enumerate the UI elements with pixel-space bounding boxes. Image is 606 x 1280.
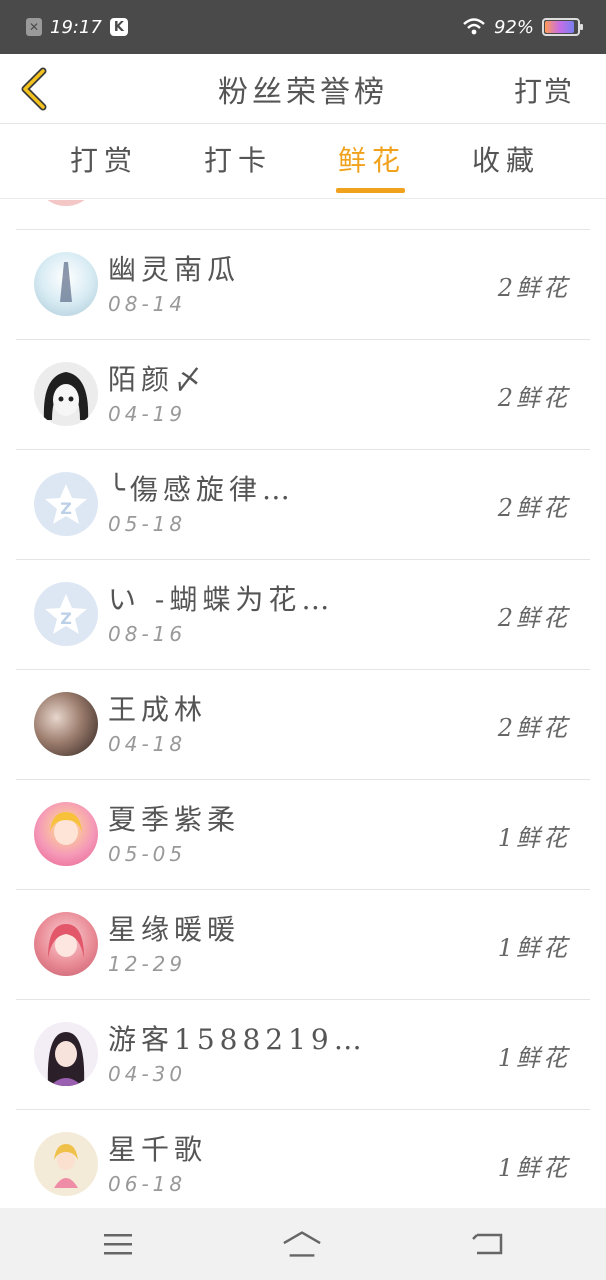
- list-item[interactable]: 王成林 04-18 2鲜花: [16, 670, 590, 780]
- flower-count: 2鲜花: [497, 604, 570, 632]
- list-item[interactable]: 陌颜〆 04-19 2鲜花: [16, 340, 590, 450]
- anime-girl-icon: [48, 924, 84, 958]
- date: 12-29: [108, 952, 187, 976]
- home-button[interactable]: [282, 1226, 322, 1262]
- tab-checkin[interactable]: 打卡: [204, 139, 272, 179]
- list-item[interactable]: 夏季紫柔 05-05 1鲜花: [16, 780, 590, 890]
- qq-default-icon: Z: [45, 484, 87, 524]
- battery-fill: [545, 21, 575, 33]
- qq-default-icon: Z: [45, 594, 87, 634]
- menu-icon: [104, 1234, 132, 1255]
- app-k-icon: K: [109, 18, 128, 36]
- date: 06-18: [108, 1172, 187, 1196]
- list-item[interactable]: 幽灵南瓜 08-14 2鲜花: [16, 230, 590, 340]
- avatar: [34, 200, 98, 206]
- home-icon: [283, 1231, 321, 1257]
- date: 04-18: [108, 732, 187, 756]
- user-name: 夏季紫柔: [108, 803, 241, 836]
- date: 04-30: [108, 1062, 187, 1086]
- avatar: [34, 912, 98, 976]
- list-item[interactable]: 星缘暖暖 12-29 1鲜花: [16, 890, 590, 1000]
- svg-text:Z: Z: [60, 499, 72, 518]
- flower-count: 1鲜花: [497, 1154, 570, 1182]
- list-item[interactable]: 星千歌 06-18 1鲜花: [16, 1110, 590, 1208]
- flower-count: 1鲜花: [497, 824, 570, 852]
- avatar: [34, 802, 98, 866]
- return-icon: [472, 1233, 503, 1255]
- list-item[interactable]: Z ╰傷感旋律… 05-18 2鲜花: [16, 450, 590, 560]
- user-name: 星千歌: [108, 1133, 208, 1166]
- flower-count: 2鲜花: [497, 274, 570, 302]
- status-time: 19:17: [50, 16, 102, 38]
- status-bar: ✕ 19:17 K 92%: [0, 0, 606, 54]
- user-name: 幽灵南瓜: [108, 253, 241, 286]
- figure-icon: [54, 1144, 78, 1188]
- avatar: Z: [34, 472, 98, 536]
- avatar: [34, 1132, 98, 1196]
- svg-text:Z: Z: [60, 609, 72, 628]
- portrait-icon: [47, 1032, 85, 1086]
- user-name: ╰傷感旋律…: [108, 473, 295, 506]
- anime-girl-icon: [50, 812, 82, 845]
- flower-count: 1鲜花: [497, 1044, 570, 1072]
- system-nav-bar: [0, 1208, 606, 1280]
- nav-bar: 粉丝荣誉榜 打赏: [0, 54, 606, 124]
- tab-bar: 打赏 打卡 鲜花 收藏: [0, 125, 606, 199]
- flower-count: 2鲜花: [497, 494, 570, 522]
- date: 04-19: [108, 402, 187, 426]
- battery-icon: [542, 18, 583, 36]
- flower-count: 1鲜花: [497, 934, 570, 962]
- user-name: い -蝴蝶为花…: [108, 583, 335, 616]
- manga-face-icon: [43, 372, 89, 420]
- tab-flowers[interactable]: 鲜花: [338, 139, 406, 179]
- back-system-button[interactable]: [468, 1226, 508, 1262]
- user-name: 星缘暖暖: [108, 913, 241, 946]
- tab-favorites[interactable]: 收藏: [472, 139, 540, 179]
- tab-active-indicator: [336, 188, 405, 193]
- wifi-icon: [463, 18, 485, 35]
- list-item[interactable]: 游客1588219… 04-30 1鲜花: [16, 1000, 590, 1110]
- avatar-figure-icon: [60, 262, 72, 302]
- user-name: 陌颜〆: [108, 363, 208, 396]
- date: 05-05: [108, 842, 187, 866]
- date: 08-14: [108, 292, 187, 316]
- status-left: ✕ 19:17 K: [26, 17, 128, 38]
- list-item[interactable]: Z い -蝴蝶为花… 08-16 2鲜花: [16, 560, 590, 670]
- avatar: [34, 252, 98, 316]
- list-item-partial[interactable]: [16, 200, 590, 230]
- back-button[interactable]: [14, 66, 54, 112]
- chevron-left-icon: [21, 67, 47, 111]
- flower-count: 2鲜花: [497, 384, 570, 412]
- avatar: [34, 1022, 98, 1086]
- user-name: 王成林: [108, 693, 208, 726]
- user-name: 游客1588219…: [108, 1023, 367, 1056]
- tab-tip[interactable]: 打赏: [70, 139, 138, 179]
- avatar: Z: [34, 582, 98, 646]
- battery-percent: 92%: [493, 16, 534, 38]
- menu-button[interactable]: [98, 1226, 138, 1262]
- date: 08-16: [108, 622, 187, 646]
- date: 05-18: [108, 512, 187, 536]
- fan-list: 幽灵南瓜 08-14 2鲜花 陌颜〆 04-19 2鲜花 Z ╰傷感旋律… 05…: [0, 200, 606, 1208]
- tip-action-button[interactable]: 打赏: [514, 70, 574, 110]
- flower-count: 2鲜花: [497, 714, 570, 742]
- status-right: 92%: [462, 16, 583, 38]
- battery-tip: [580, 24, 583, 30]
- avatar: [34, 692, 98, 756]
- notification-icon: ✕: [26, 18, 42, 36]
- avatar: [34, 362, 98, 426]
